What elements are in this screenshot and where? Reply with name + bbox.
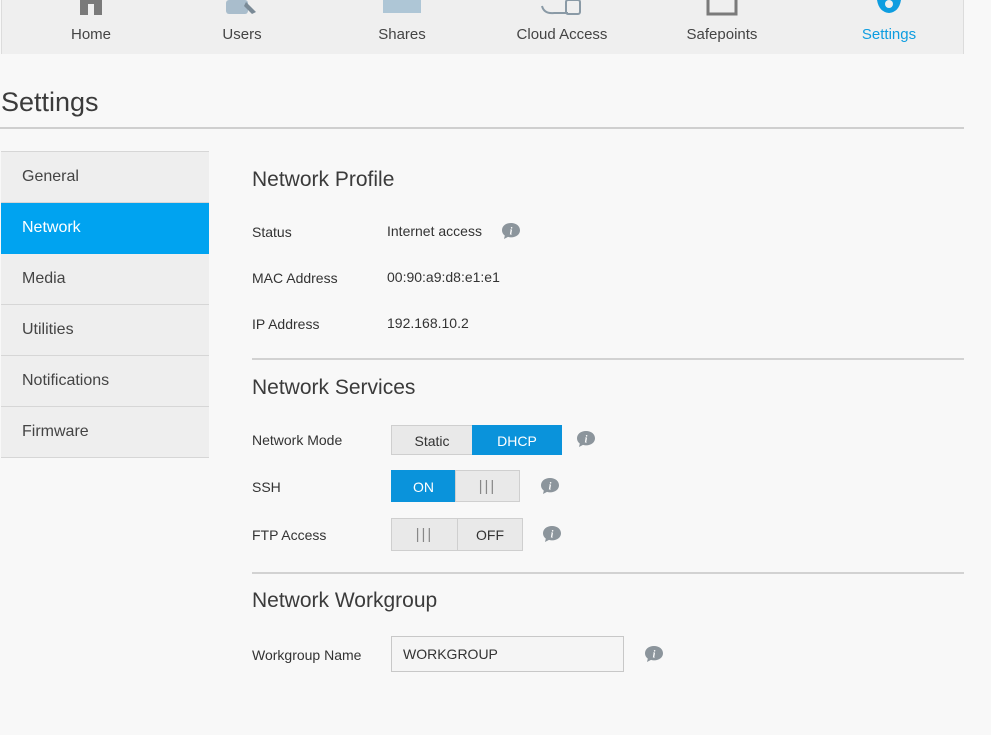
nav-safepoints-label: Safepoints: [686, 26, 758, 43]
ftp-info-icon[interactable]: i: [542, 525, 562, 543]
nav-shares-label: Shares: [378, 26, 426, 43]
safepoints-icon: [706, 0, 738, 16]
network-mode-static-button[interactable]: Static: [391, 425, 473, 455]
page-title: Settings: [1, 87, 99, 117]
nav-home-label: Home: [70, 26, 111, 43]
svg-text:i: i: [585, 435, 588, 446]
settings-gear-icon: [877, 0, 901, 13]
nav-cloud-access-label: Cloud Access: [516, 26, 608, 43]
ftp-toggle-handle[interactable]: |||: [391, 518, 458, 551]
sidebar-item-general[interactable]: General: [1, 151, 209, 203]
network-mode-label: Network Mode: [252, 432, 343, 448]
network-workgroup-title: Network Workgroup: [252, 589, 438, 612]
users-icon: [226, 0, 256, 14]
status-value: Internet access: [387, 223, 482, 239]
sidebar-item-notifications[interactable]: Notifications: [1, 356, 209, 407]
nav-users[interactable]: Users: [182, 0, 302, 54]
workgroup-name-label: Workgroup Name: [252, 647, 362, 663]
ip-address-value: 192.168.10.2: [387, 315, 469, 331]
ssh-toggle-on[interactable]: ON: [391, 470, 456, 502]
network-mode-info-icon[interactable]: i: [576, 430, 596, 448]
section-divider: [252, 572, 964, 574]
svg-text:i: i: [551, 530, 554, 541]
network-services-title: Network Services: [252, 376, 416, 399]
mac-address-label: MAC Address: [252, 270, 338, 286]
network-profile-title: Network Profile: [252, 168, 395, 191]
title-divider: [0, 127, 964, 129]
nav-home[interactable]: Home: [31, 0, 151, 54]
network-mode-dhcp-button[interactable]: DHCP: [472, 425, 562, 455]
top-nav: Home Users Shares Cloud Access Safepoint…: [1, 0, 964, 54]
nav-cloud-access[interactable]: Cloud Access: [502, 0, 622, 54]
ssh-grip: |||: [478, 478, 497, 495]
workgroup-info-icon[interactable]: i: [644, 645, 664, 663]
mac-address-value: 00:90:a9:d8:e1:e1: [387, 269, 500, 285]
nav-settings-label: Settings: [861, 26, 917, 43]
sidebar-item-media[interactable]: Media: [1, 254, 209, 305]
ssh-toggle-handle[interactable]: |||: [455, 470, 520, 502]
svg-text:i: i: [549, 482, 552, 493]
sidebar-item-utilities[interactable]: Utilities: [1, 305, 209, 356]
ssh-label: SSH: [252, 479, 281, 495]
nav-shares[interactable]: Shares: [342, 0, 462, 54]
ip-address-label: IP Address: [252, 316, 320, 332]
ssh-info-icon[interactable]: i: [540, 477, 560, 495]
sidebar-item-network[interactable]: Network: [1, 203, 209, 254]
section-divider: [252, 358, 964, 360]
workgroup-name-input[interactable]: [391, 636, 624, 672]
cloud-access-icon: [541, 0, 581, 15]
status-label: Status: [252, 224, 292, 240]
sidebar-item-firmware[interactable]: Firmware: [1, 407, 209, 458]
svg-text:i: i: [510, 227, 513, 238]
svg-text:i: i: [653, 650, 656, 661]
shares-icon: [383, 0, 421, 13]
ftp-grip: |||: [415, 526, 434, 543]
nav-settings[interactable]: Settings: [829, 0, 949, 54]
status-info-icon[interactable]: i: [501, 222, 521, 240]
home-icon: [80, 0, 102, 15]
ftp-access-label: FTP Access: [252, 527, 327, 543]
nav-users-label: Users: [222, 26, 262, 43]
nav-safepoints[interactable]: Safepoints: [662, 0, 782, 54]
ftp-toggle-off[interactable]: OFF: [457, 518, 523, 551]
settings-sidebar: General Network Media Utilities Notifica…: [1, 151, 209, 458]
